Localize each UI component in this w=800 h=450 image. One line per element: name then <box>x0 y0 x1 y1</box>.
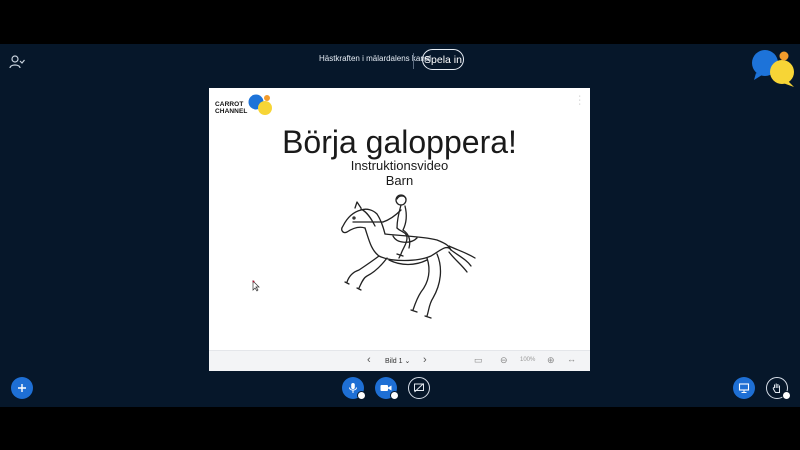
zoom-level: 100% <box>520 357 536 363</box>
conference-app: Hästkraften i mälardalens kanal Spela in… <box>0 44 800 407</box>
microphone-icon <box>349 383 357 393</box>
zoom-out-icon[interactable]: ⊖ <box>500 355 508 366</box>
meeting-title: Hästkraften i mälardalens kanal <box>318 54 432 63</box>
raise-hand-icon <box>772 383 780 393</box>
zoom-in-icon[interactable]: ⊕ <box>547 355 555 366</box>
divider <box>413 53 414 69</box>
chevron-right-icon[interactable]: › <box>423 354 427 366</box>
slide-subtitle: Instruktionsvideo <box>350 158 449 173</box>
mic-status-dot <box>357 391 366 400</box>
slide-logo: CARROT CHANNEL <box>215 93 275 121</box>
camera-status-dot <box>390 391 399 400</box>
logo-bubbles-icon <box>248 94 272 115</box>
screen-share-icon <box>414 383 424 393</box>
carrot-channel-logo <box>752 50 794 87</box>
slide-subtitle-audience: Barn <box>385 173 414 188</box>
more-options-icon[interactable]: · · · <box>579 93 581 108</box>
logo-text-line2: CHANNEL <box>215 108 248 115</box>
horse-rider-illustration <box>341 194 476 319</box>
camera-icon <box>380 385 392 391</box>
fit-width-icon[interactable]: ↔ <box>567 354 576 364</box>
record-button[interactable]: Spela in <box>422 49 464 70</box>
top-bar: Hästkraften i mälardalens kanal Spela in <box>0 44 800 87</box>
plus-icon <box>18 384 26 392</box>
logo-text-line1: CARROT <box>215 101 244 108</box>
presentation-icon <box>738 383 750 393</box>
actions-button[interactable] <box>11 377 33 399</box>
mouse-cursor-icon <box>252 280 260 292</box>
annotation-icon[interactable]: ▭ <box>474 355 483 366</box>
slide-title: Börja galoppera! <box>282 124 517 160</box>
screen-share-button[interactable] <box>408 377 430 399</box>
hand-status-dot <box>782 391 791 400</box>
presentation-button[interactable] <box>733 377 755 399</box>
chevron-left-icon[interactable]: ‹ <box>367 354 371 366</box>
slide-selector[interactable]: Bild 1 ⌄ <box>385 357 410 365</box>
slide-controls: ‹ Bild 1 ⌄ › ▭ ⊖ 100% ⊕ ↔ <box>209 350 590 371</box>
presentation-slide: CARROT CHANNEL · · · Börja galoppera! Inst… <box>209 88 590 371</box>
